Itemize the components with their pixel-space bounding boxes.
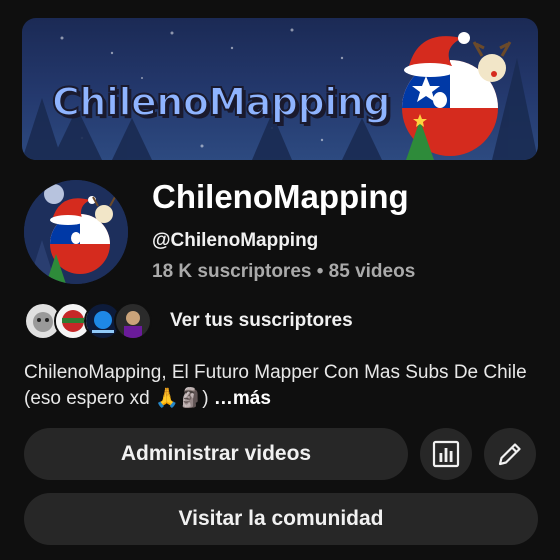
channel-handle: @ChilenoMapping [152,230,319,251]
view-subscribers-row[interactable]: Ver tus suscriptores [24,302,353,340]
view-subscribers-label: Ver tus suscriptores [170,310,353,331]
visit-community-button[interactable]: Visitar la comunidad [24,493,538,545]
edit-channel-button[interactable] [484,428,536,480]
description-more-link[interactable]: …más [214,388,271,409]
channel-stats: 18 K suscriptores • 85 videos [152,261,416,282]
channel-banner: ChilenoMapping [22,18,538,160]
channel-name: ChilenoMapping [152,178,409,215]
analytics-button[interactable] [420,428,472,480]
channel-avatar[interactable] [24,180,128,284]
description-text: ChilenoMapping, El Futuro Mapper Con Mas… [24,362,527,409]
pencil-icon [498,443,521,466]
manage-videos-button[interactable]: Administrar videos [24,428,408,480]
avatar-image [24,180,128,284]
channel-description[interactable]: ChilenoMapping, El Futuro Mapper Con Mas… [24,360,534,412]
banner-title: ChilenoMapping [51,79,392,125]
bar-chart-icon [432,440,460,468]
subscriber-avatar [114,302,152,340]
